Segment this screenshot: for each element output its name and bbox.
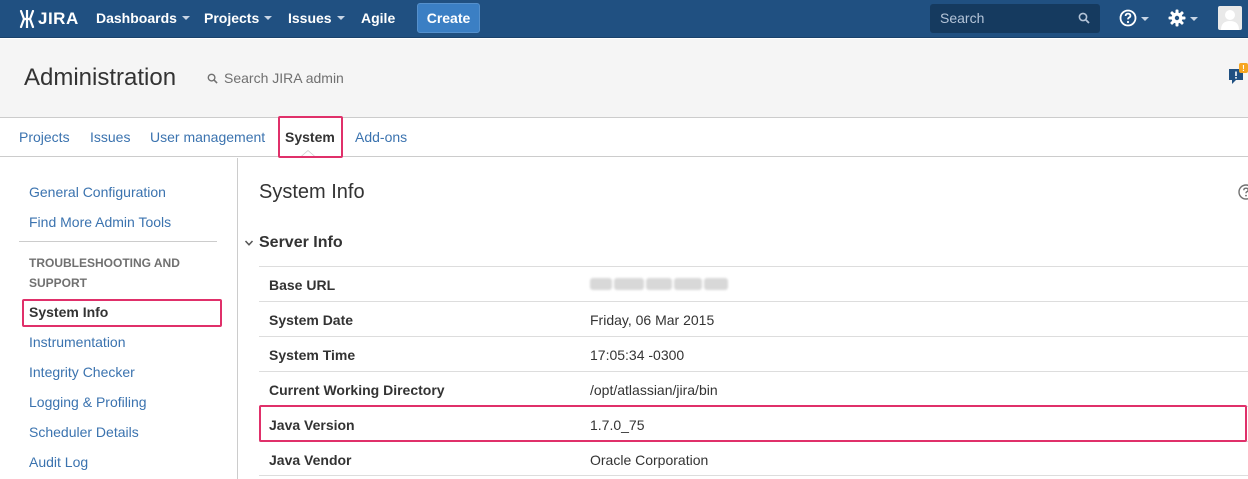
row-key: System Time: [269, 347, 356, 363]
admin-sidebar: General Configuration Find More Admin To…: [0, 158, 238, 479]
server-info-heading: Server Info: [259, 234, 343, 251]
nav-issues[interactable]: Issues: [288, 0, 345, 38]
sidebar-item-instrumentation[interactable]: Instrumentation: [29, 334, 126, 350]
tab-user-management[interactable]: User management: [150, 118, 265, 156]
row-key: Java Vendor: [269, 452, 352, 468]
table-row: Base URL: [259, 266, 1248, 301]
sidebar-divider: [19, 241, 217, 242]
sidebar-item-find-more-admin-tools[interactable]: Find More Admin Tools: [29, 214, 171, 230]
row-key: Current Working Directory: [269, 382, 445, 398]
table-row: System Time 17:05:34 -0300: [259, 336, 1248, 371]
table-row: Current Working Directory /opt/atlassian…: [259, 371, 1248, 406]
table-row: Java Vendor Oracle Corporation: [259, 441, 1248, 476]
chevron-down-icon: [181, 16, 190, 21]
logo-text: JIRA: [38, 9, 79, 28]
sidebar-system-info-highlight: [22, 299, 222, 327]
row-key: System Date: [269, 312, 354, 328]
nav-dashboards[interactable]: Dashboards: [96, 0, 190, 38]
gear-icon[interactable]: [1168, 9, 1186, 27]
nav-issues-label: Issues: [288, 10, 332, 26]
create-button[interactable]: Create: [417, 3, 480, 33]
jira-logo-icon: [19, 10, 35, 28]
sidebar-item-logging-profiling[interactable]: Logging & Profiling: [29, 394, 147, 410]
admin-search-link[interactable]: Search JIRA admin: [207, 70, 344, 86]
user-icon: [1221, 10, 1239, 30]
chevron-down-icon[interactable]: [244, 238, 254, 248]
tab-add-ons[interactable]: Add-ons: [355, 118, 407, 156]
avatar[interactable]: [1218, 6, 1242, 30]
chevron-down-icon: [336, 16, 345, 21]
tab-projects[interactable]: Projects: [19, 118, 70, 156]
help-icon[interactable]: [1119, 9, 1137, 27]
chevron-down-icon: [1141, 17, 1149, 21]
page-title: Administration: [24, 64, 177, 91]
sidebar-section-heading: TROUBLESHOOTING AND SUPPORT: [29, 256, 180, 290]
search-icon: [207, 73, 218, 84]
nav-agile[interactable]: Agile: [361, 0, 395, 38]
help-icon[interactable]: [1238, 184, 1248, 200]
top-navigation-bar: JIRA Dashboards Projects Issues Agile Cr…: [0, 0, 1248, 38]
section-page-title: System Info: [259, 181, 365, 203]
row-value: Oracle Corporation: [590, 452, 709, 468]
nav-dashboards-label: Dashboards: [96, 10, 177, 26]
chevron-down-icon: [1190, 17, 1198, 21]
feedback-badge: !: [1242, 64, 1245, 73]
java-version-highlight: [259, 405, 1247, 442]
row-value: /opt/atlassian/jira/bin: [590, 382, 718, 398]
sidebar-item-scheduler-details[interactable]: Scheduler Details: [29, 424, 139, 440]
chevron-down-icon: [264, 16, 273, 21]
tab-system-highlight: [278, 116, 343, 158]
search-input[interactable]: Search: [930, 4, 1100, 33]
base-url-redacted-value: [590, 278, 728, 290]
search-placeholder: Search: [940, 10, 985, 26]
jira-logo[interactable]: JIRA: [19, 9, 79, 29]
row-key: Base URL: [269, 277, 336, 293]
nav-agile-label: Agile: [361, 10, 396, 26]
feedback-icon[interactable]: !: [1228, 63, 1248, 87]
admin-tabs: Projects Issues User management System A…: [0, 118, 1248, 157]
sidebar-item-integrity-checker[interactable]: Integrity Checker: [29, 364, 135, 380]
admin-search-label: Search JIRA admin: [224, 70, 344, 86]
sidebar-item-general-configuration[interactable]: General Configuration: [29, 184, 166, 200]
nav-projects-label: Projects: [204, 10, 260, 26]
row-value: 17:05:34 -0300: [590, 347, 685, 363]
tab-issues[interactable]: Issues: [90, 118, 130, 156]
row-value: Friday, 06 Mar 2015: [590, 312, 715, 328]
search-icon: [1078, 12, 1090, 24]
table-row: System Date Friday, 06 Mar 2015: [259, 301, 1248, 336]
sidebar-item-audit-log[interactable]: Audit Log: [29, 454, 88, 470]
nav-projects[interactable]: Projects: [204, 0, 273, 38]
admin-header: Administration Search JIRA admin !: [0, 39, 1248, 118]
